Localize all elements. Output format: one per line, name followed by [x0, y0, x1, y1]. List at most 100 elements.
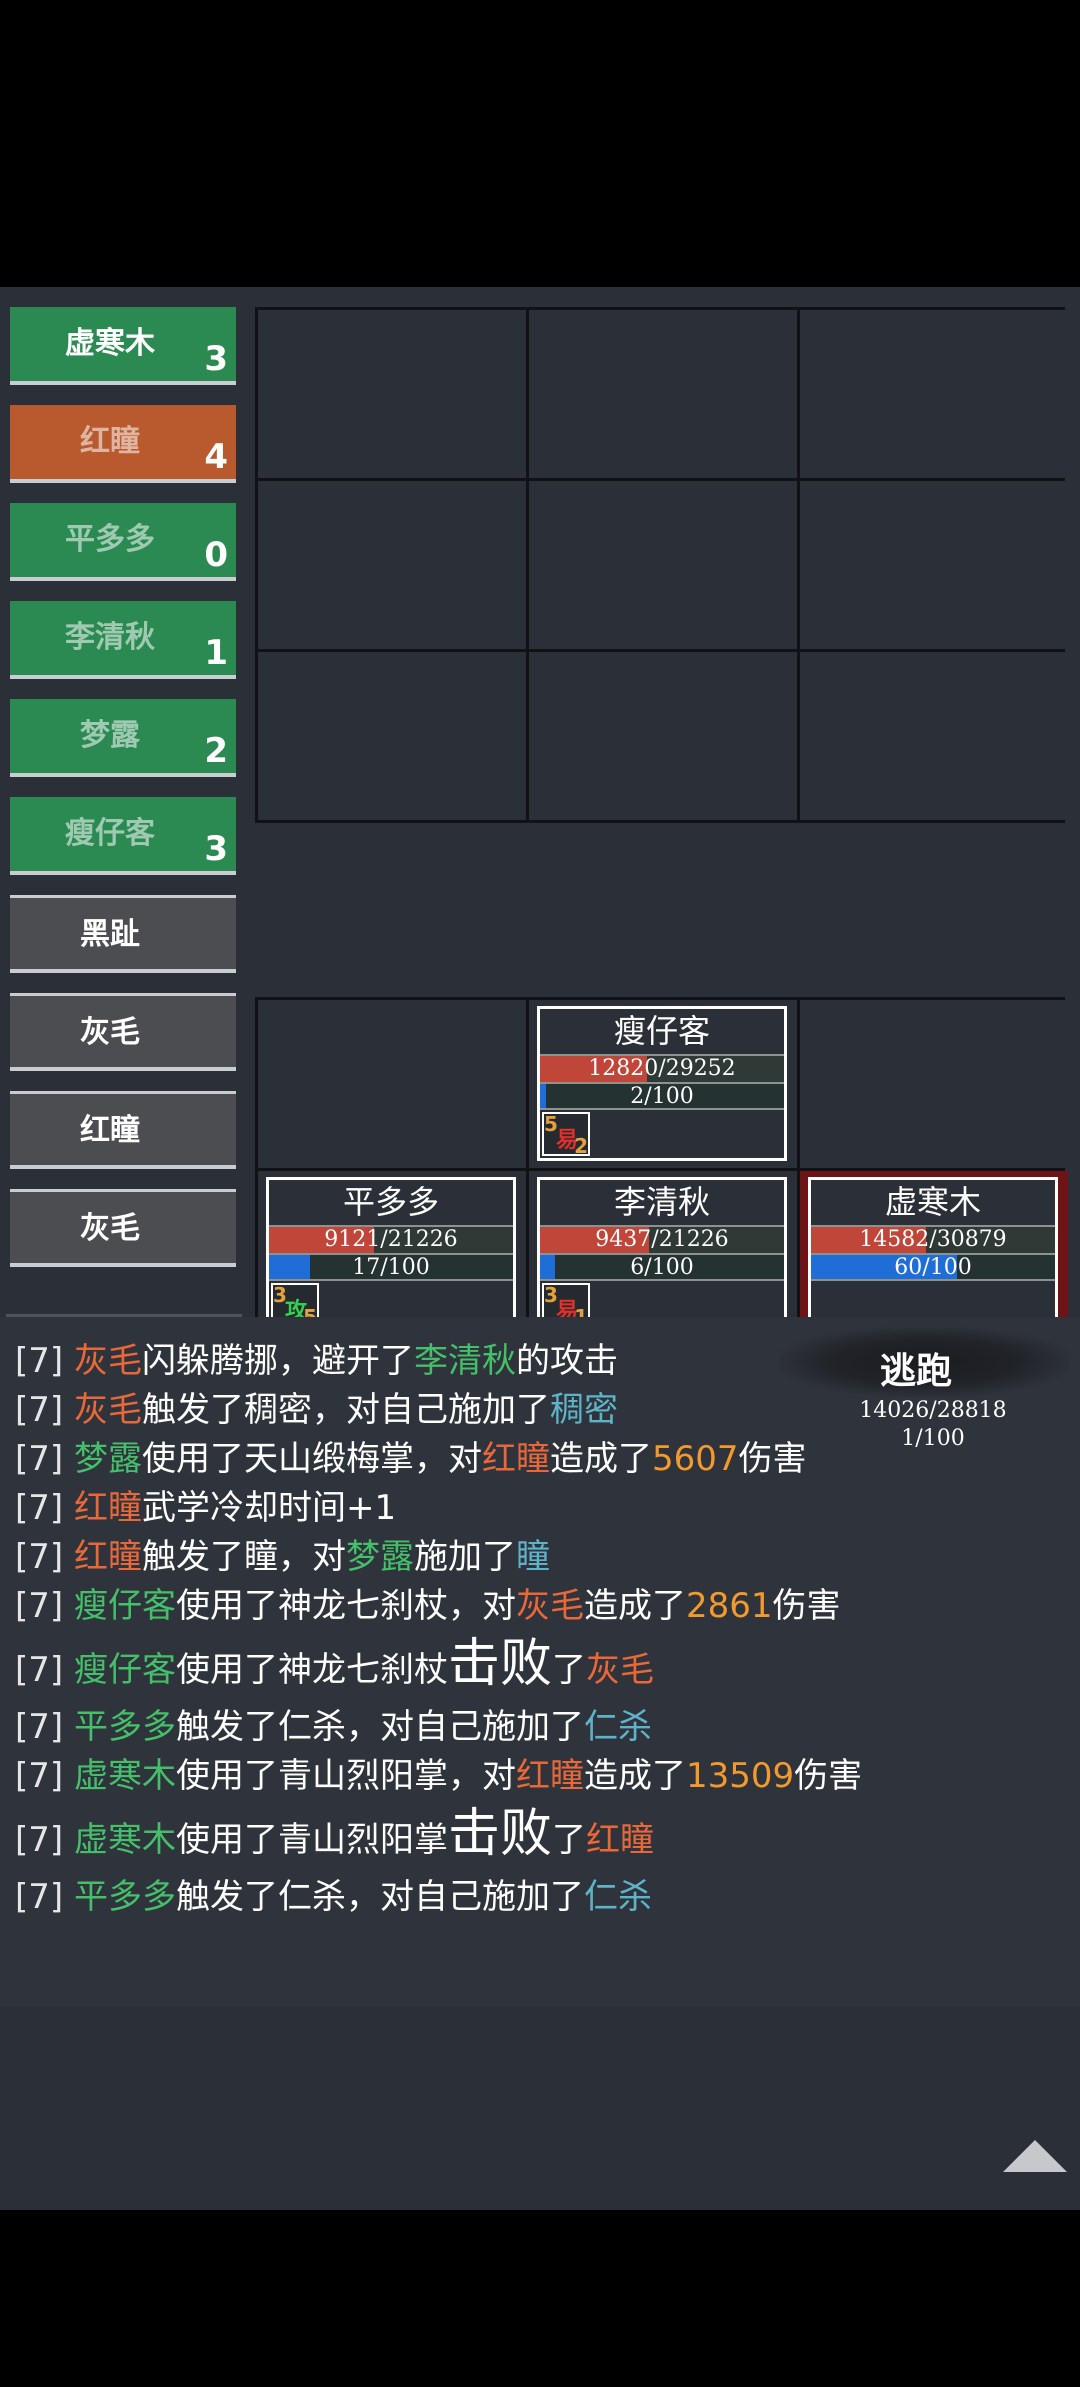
turn-order-list: 虚寒木 3 红瞳 4 平多多 0 李清秋 1 梦露 2 瘦仔客 3 黑趾 灰毛 红瞳 灰毛: [10, 307, 236, 1287]
energy-value: 1/100: [901, 1426, 965, 1451]
log-fragment: 瘦仔客: [73, 1586, 176, 1626]
turn-order-count: 0: [204, 535, 228, 575]
log-line: [7] 灰毛闪躲腾挪，避开了李清秋的攻击: [15, 1337, 1065, 1386]
turn-order-item[interactable]: 梦露 2: [10, 699, 236, 777]
log-fragment: 梦露: [73, 1439, 142, 1479]
turn-order-item[interactable]: 李清秋 1: [10, 601, 236, 679]
turn-order-name: 李清秋: [65, 620, 155, 655]
turn-order-item[interactable]: 虚寒木 3: [10, 307, 236, 385]
enemy-cell[interactable]: [800, 310, 1068, 478]
log-fragment: 触发了仁杀，对自己施加了: [175, 1877, 584, 1917]
hp-value: 14026/28818: [859, 1398, 1007, 1423]
energy-bar: 6/100: [540, 1253, 784, 1281]
log-fragment: 红瞳: [73, 1537, 142, 1577]
ally-cell[interactable]: 李清秋9437/212266/1003易1: [529, 1171, 797, 1339]
ally-cell[interactable]: 瘦仔客 12820/29252 2/100 5 易 2: [529, 1000, 797, 1168]
log-fragment: 伤害: [738, 1439, 807, 1479]
log-fragment: 红瞳: [585, 1820, 654, 1860]
turn-order-item[interactable]: 红瞳: [10, 1091, 236, 1169]
turn-order-name: 灰毛: [80, 1211, 140, 1246]
log-fragment: 击败: [447, 1804, 552, 1864]
log-fragment: 使用了青山烈阳掌: [175, 1820, 448, 1860]
ally-cell-active[interactable]: 虚寒木 14582/30879 60/100: [800, 1171, 1068, 1339]
hp-value: 9121/21226: [324, 1227, 458, 1252]
turn-order-item[interactable]: 红瞳 4: [10, 405, 236, 483]
log-fragment: 红瞳: [481, 1439, 550, 1479]
unit-name: 虚寒木: [884, 1183, 981, 1221]
log-fragment: 伤害: [772, 1586, 841, 1626]
hp-bar: 14582/30879: [811, 1225, 1055, 1253]
unit-name: 瘦仔客: [613, 1012, 710, 1050]
energy-bar: 17/100: [269, 1253, 513, 1281]
log-fragment: 13509: [685, 1756, 795, 1796]
turn-order-item[interactable]: 瘦仔客 3: [10, 797, 236, 875]
log-fragment: [7]: [15, 1820, 74, 1860]
log-fragment: 使用了天山缎梅掌，对: [141, 1439, 482, 1479]
log-fragment: 了: [551, 1820, 586, 1860]
energy-bar: 1/100: [811, 1424, 1055, 1452]
hp-value: 14582/30879: [859, 1227, 1007, 1252]
enemy-cell[interactable]: [529, 652, 797, 820]
enemy-cell[interactable]: [529, 310, 797, 478]
log-fragment: [7]: [15, 1341, 74, 1381]
energy-bar: 60/100: [811, 1253, 1055, 1281]
log-fragment: 瞳: [515, 1537, 550, 1577]
hp-bar: 9437/21226: [540, 1225, 784, 1253]
battle-screen: 虚寒木3红瞳4平多多0李清秋1梦露2瘦仔客3黑趾灰毛红瞳灰毛 柒 x3 瘦仔客1…: [0, 287, 1080, 2210]
log-line: [7] 虚寒木使用了青山烈阳掌击败了红瞳: [15, 1801, 1065, 1873]
enemy-cell[interactable]: [529, 481, 797, 649]
log-fragment: 造成了: [583, 1756, 686, 1796]
log-fragment: [7]: [15, 1650, 74, 1690]
unit-card-shouzaike[interactable]: 瘦仔客 12820/29252 2/100 5 易 2: [537, 1006, 787, 1161]
log-fragment: 造成了: [583, 1586, 686, 1626]
energy-value: 17/100: [352, 1255, 430, 1280]
turn-order-count: 2: [204, 731, 228, 771]
log-line: [7] 平多多触发了仁杀，对自己施加了仁杀: [15, 1873, 1065, 1922]
log-fragment: 李清秋: [413, 1341, 516, 1381]
unit-card-xuhanmu[interactable]: 虚寒木 14582/30879 60/100: [808, 1177, 1058, 1332]
enemy-board: [255, 307, 1068, 823]
turn-order-count: 1: [204, 633, 228, 673]
turn-order-count: 3: [204, 339, 228, 379]
log-fragment: 了: [551, 1650, 586, 1690]
hp-value: 9437/21226: [595, 1227, 729, 1252]
enemy-cell[interactable]: [800, 481, 1068, 649]
log-line: [7] 瘦仔客使用了神龙七刹杖击败了灰毛: [15, 1631, 1065, 1703]
log-fragment: 伤害: [794, 1756, 863, 1796]
hp-bar: 12820/29252: [540, 1054, 784, 1082]
enemy-cell[interactable]: [258, 310, 526, 478]
log-line: [7] 红瞳触发了瞳，对梦露施加了瞳: [15, 1533, 1065, 1582]
turn-order-item[interactable]: 平多多 0: [10, 503, 236, 581]
energy-value: 60/100: [894, 1255, 972, 1280]
log-fragment: 梦露: [345, 1537, 414, 1577]
turn-order-name: 梦露: [80, 718, 140, 753]
ally-cell[interactable]: 平多多9121/2122617/1003攻5: [258, 1171, 526, 1339]
ally-cell[interactable]: [800, 1000, 1068, 1168]
unit-card-liqingqiu[interactable]: 李清秋9437/212266/1003易1: [537, 1177, 787, 1332]
energy-bar: 2/100: [540, 1082, 784, 1110]
log-fragment: [7]: [15, 1390, 74, 1430]
ally-cell[interactable]: [258, 1000, 526, 1168]
turn-order-item[interactable]: 黑趾: [10, 895, 236, 973]
turn-order-item[interactable]: 灰毛: [10, 993, 236, 1071]
energy-value: 2/100: [630, 1084, 694, 1109]
enemy-cell[interactable]: [258, 652, 526, 820]
log-fragment: 稠密: [549, 1390, 618, 1430]
turn-order-item[interactable]: 灰毛: [10, 1189, 236, 1267]
log-fragment: 击败: [447, 1634, 552, 1694]
unit-card-pingduoduo[interactable]: 平多多9121/2122617/1003攻5: [266, 1177, 516, 1332]
log-fragment: 使用了青山烈阳掌，对: [175, 1756, 516, 1796]
log-fragment: 灰毛: [73, 1341, 142, 1381]
turn-order-name: 虚寒木: [65, 326, 155, 361]
log-fragment: 红瞳: [515, 1756, 584, 1796]
enemy-cell[interactable]: [258, 481, 526, 649]
log-fragment: 闪躲腾挪，避开了: [141, 1341, 414, 1381]
log-line: [7] 平多多触发了仁杀，对自己施加了仁杀: [15, 1703, 1065, 1752]
log-fragment: 灰毛: [585, 1650, 654, 1690]
log-fragment: 使用了神龙七刹杖，对: [175, 1586, 516, 1626]
log-fragment: 使用了神龙七刹杖: [175, 1650, 448, 1690]
enemy-cell[interactable]: [800, 652, 1068, 820]
scroll-up-arrow-icon[interactable]: [1003, 2140, 1067, 2172]
status-effect-badge[interactable]: 5易2: [542, 1112, 590, 1158]
log-fragment: 触发了仁杀，对自己施加了: [175, 1707, 584, 1747]
